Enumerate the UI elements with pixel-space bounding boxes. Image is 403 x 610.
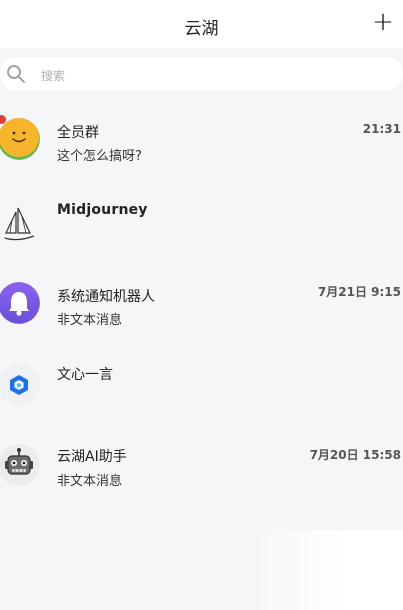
chat-time: 21:31: [362, 122, 401, 136]
wenxin-logo-icon: [10, 375, 28, 395]
chat-name: 系统通知机器人: [57, 289, 155, 305]
sailboat-icon: [3, 207, 35, 241]
search-bar[interactable]: 搜索: [0, 57, 403, 91]
chat-preview: 这个怎么搞呀?: [57, 149, 142, 164]
avatar: [0, 364, 40, 406]
chat-name: 云湖AI助手: [57, 449, 127, 465]
chat-name: Midjourney: [57, 202, 148, 218]
chat-item-midjourney[interactable]: Midjourney: [0, 198, 403, 268]
top-bar: 云湖 +: [0, 0, 403, 48]
chat-preview: 非文本消息: [57, 474, 123, 489]
chat-name: 文心一言: [57, 367, 113, 383]
bottom-fade: [253, 530, 403, 610]
search-icon: [7, 65, 25, 83]
avatar: [0, 282, 40, 324]
search-placeholder: 搜索: [41, 69, 66, 83]
chat-name: 全员群: [57, 125, 99, 141]
app-window: 云湖 + 搜索 全员群 这个怎么搞呀? 21:31 Midjourney 系统通…: [0, 0, 403, 610]
chat-time: 7月21日 9:15: [317, 285, 401, 299]
avatar: [0, 202, 40, 244]
chat-preview: 非文本消息: [57, 313, 123, 328]
chat-item-yunhu-ai[interactable]: 云湖AI助手 非文本消息 7月20日 15:58: [0, 444, 403, 514]
add-button[interactable]: +: [369, 8, 397, 36]
bell-icon: [0, 282, 40, 324]
avatar: [0, 118, 40, 160]
robot-icon: [5, 448, 33, 475]
page-title: 云湖: [184, 19, 219, 39]
chat-item-wenxin[interactable]: 文心一言: [0, 362, 403, 432]
chat-item-quanyuanqun[interactable]: 全员群 这个怎么搞呀? 21:31: [0, 115, 403, 188]
chat-time: 7月20日 15:58: [309, 448, 401, 462]
smiley-icon: [0, 118, 40, 160]
chat-item-system-bot[interactable]: 系统通知机器人 非文本消息 7月21日 9:15: [0, 282, 403, 352]
avatar: [0, 444, 40, 486]
